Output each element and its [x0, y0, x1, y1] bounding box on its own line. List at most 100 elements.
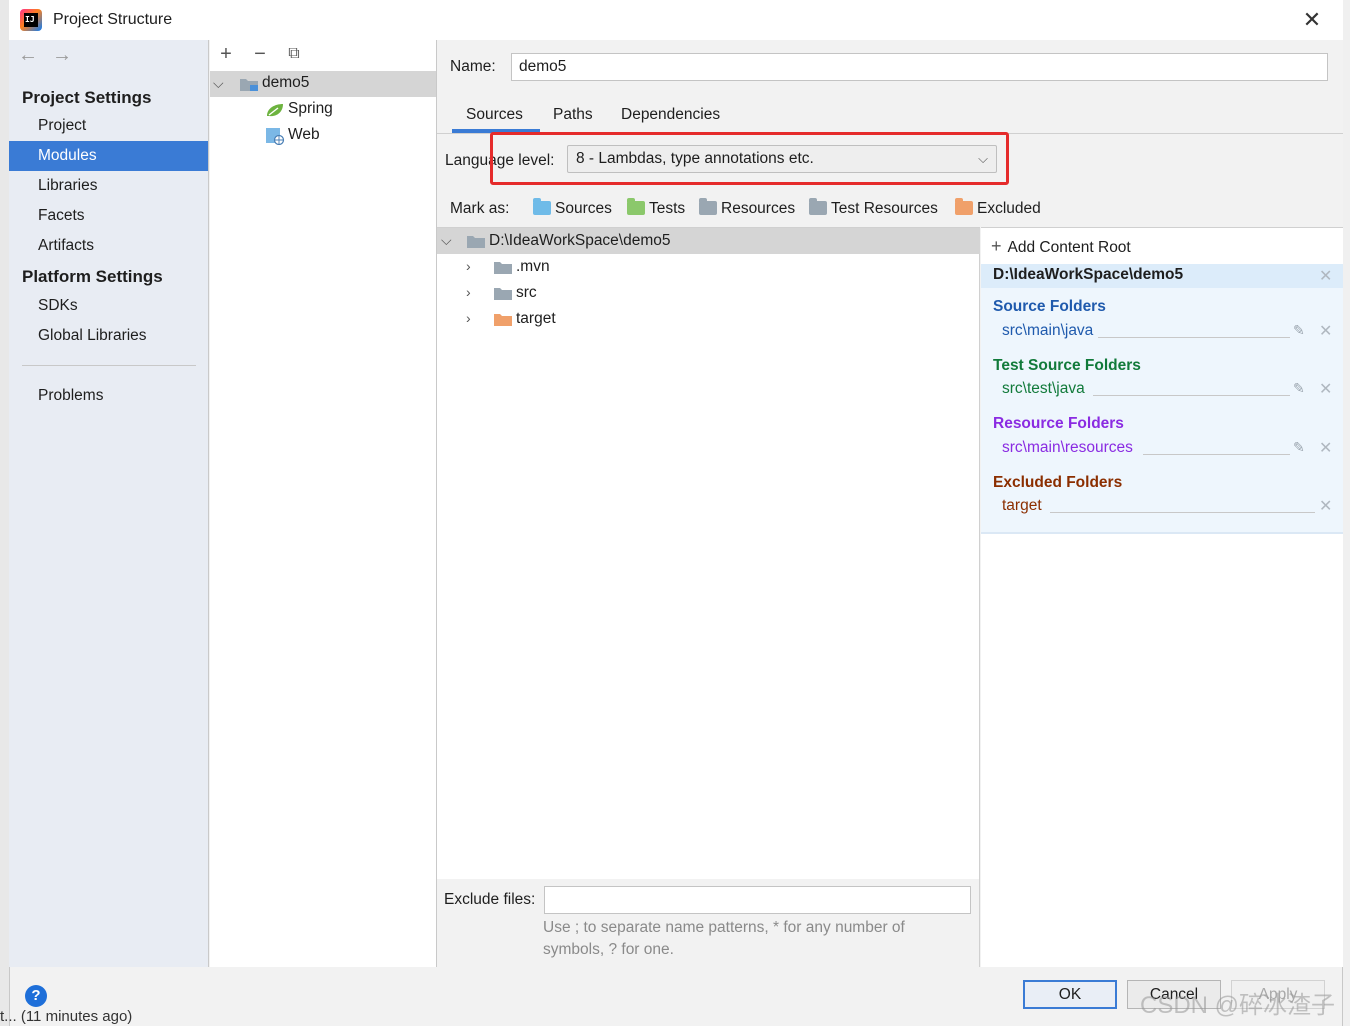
pencil-icon[interactable]: ✎: [1293, 322, 1305, 339]
sidebar-item-label: Problems: [38, 387, 104, 404]
test-folder-path[interactable]: src\test\java: [1002, 380, 1085, 398]
tab-dependencies[interactable]: Dependencies: [621, 106, 720, 134]
chevron-right-icon[interactable]: ›: [466, 310, 471, 326]
watermark: CSDN @碎冰渣子: [1140, 992, 1336, 1019]
tree-item-root[interactable]: D:\IdeaWorkSpace\demo5: [489, 232, 671, 250]
sidebar-item-label: Global Libraries: [38, 327, 147, 344]
source-folder-icon: [533, 198, 551, 215]
platform-settings-header: Platform Settings: [22, 267, 163, 286]
name-label: Name:: [450, 58, 496, 75]
tree-item-spring[interactable]: Spring: [288, 100, 333, 118]
intellij-app-icon: IJ: [20, 9, 42, 31]
mark-excluded-button[interactable]: Excluded: [955, 198, 1041, 220]
mark-label: Sources: [555, 200, 612, 217]
chevron-down-icon[interactable]: ⌵: [213, 75, 224, 92]
sidebar-item-label: Project: [38, 117, 87, 134]
pencil-icon[interactable]: ✎: [1293, 439, 1305, 456]
divider: [1093, 395, 1290, 396]
tree-item-src[interactable]: src: [516, 284, 537, 302]
remove-icon[interactable]: −: [250, 44, 270, 64]
excluded-folder-icon: [493, 311, 513, 331]
tab-paths[interactable]: Paths: [553, 106, 593, 134]
mark-label: Test Resources: [831, 200, 938, 217]
highlight-annotation-box: [490, 132, 1009, 185]
sidebar-item-facets[interactable]: Facets: [9, 201, 208, 231]
source-folder-path[interactable]: src\main\java: [1002, 322, 1093, 340]
sidebar-item-problems[interactable]: Problems: [9, 381, 208, 411]
copy-icon[interactable]: ⧉: [284, 44, 304, 64]
mark-as-label: Mark as:: [450, 200, 510, 217]
sidebar-item-sdks[interactable]: SDKs: [9, 291, 208, 321]
add-content-root-button[interactable]: + Add Content Root: [991, 236, 1131, 257]
close-icon[interactable]: ✕: [1319, 321, 1332, 341]
sidebar-item-artifacts[interactable]: Artifacts: [9, 231, 208, 261]
pencil-icon[interactable]: ✎: [1293, 380, 1305, 397]
divider: [1098, 337, 1290, 338]
mark-sources-button[interactable]: Sources: [533, 198, 612, 220]
mark-label: Excluded: [977, 200, 1041, 217]
help-icon[interactable]: ?: [25, 985, 47, 1007]
tree-item-web[interactable]: Web: [288, 126, 320, 144]
excluded-folder-icon: [955, 198, 973, 215]
mark-resources-button[interactable]: Resources: [699, 198, 795, 220]
close-icon[interactable]: ✕: [1319, 496, 1332, 516]
resource-folder-icon: [699, 198, 717, 215]
test-folders-title: Test Source Folders: [993, 357, 1141, 374]
divider: [1143, 454, 1290, 455]
resource-folder-path[interactable]: src\main\resources: [1002, 439, 1133, 457]
sidebar-item-label: Modules: [38, 147, 97, 164]
sidebar-item-global-libraries[interactable]: Global Libraries: [9, 321, 208, 351]
mark-tests-button[interactable]: Tests: [627, 198, 685, 220]
exclude-hint-line2: symbols, ? for one.: [543, 941, 674, 958]
sidebar-item-label: SDKs: [38, 297, 78, 314]
module-folder-icon: [239, 76, 259, 92]
background-window-edge: [0, 0, 9, 1026]
folder-icon: [466, 233, 486, 253]
forward-arrow-icon[interactable]: →: [52, 44, 72, 67]
close-icon[interactable]: ✕: [1319, 379, 1332, 399]
mark-test-resources-button[interactable]: Test Resources: [809, 198, 938, 220]
sidebar-item-label: Facets: [38, 207, 85, 224]
mark-label: Resources: [721, 200, 796, 217]
test-folder-icon: [627, 198, 645, 215]
resource-folders-title: Resource Folders: [993, 415, 1124, 432]
exclude-files-input[interactable]: [544, 886, 971, 914]
sidebar-item-modules[interactable]: Modules: [9, 141, 208, 171]
add-icon: +: [991, 236, 1002, 256]
test-resource-folder-icon: [809, 198, 827, 215]
exclude-hint-line1: Use ; to separate name patterns, * for a…: [543, 919, 905, 936]
module-tree-pane: [210, 40, 437, 967]
chevron-down-icon[interactable]: ⌵: [441, 232, 452, 249]
sidebar-item-libraries[interactable]: Libraries: [9, 171, 208, 201]
tree-item-module[interactable]: demo5: [262, 74, 309, 92]
title-bar: [9, 0, 1343, 40]
module-name-field[interactable]: demo5: [511, 53, 1328, 81]
chevron-right-icon[interactable]: ›: [466, 258, 471, 274]
divider: [1050, 512, 1315, 513]
tree-item-target[interactable]: target: [516, 310, 556, 328]
close-icon[interactable]: ✕: [1319, 438, 1332, 458]
add-icon[interactable]: +: [216, 44, 236, 64]
mark-label: Tests: [649, 200, 686, 217]
window-title: Project Structure: [53, 11, 173, 28]
content-root-path: D:\IdeaWorkSpace\demo5: [993, 266, 1184, 283]
remove-root-icon[interactable]: ✕: [1319, 266, 1332, 286]
back-arrow-icon[interactable]: ←: [18, 44, 38, 67]
folder-icon: [493, 285, 513, 305]
ok-button[interactable]: OK: [1023, 980, 1117, 1009]
close-icon[interactable]: ✕: [1298, 6, 1326, 34]
sidebar-item-label: Libraries: [38, 177, 98, 194]
source-folders-title: Source Folders: [993, 298, 1106, 315]
chevron-right-icon[interactable]: ›: [466, 284, 471, 300]
sidebar-item-label: Artifacts: [38, 237, 94, 254]
add-content-root-label: Add Content Root: [1007, 239, 1131, 256]
background-status-text: t... (11 minutes ago): [0, 1008, 133, 1025]
spring-icon: [265, 102, 285, 118]
exclude-files-label: Exclude files:: [444, 891, 536, 908]
project-settings-header: Project Settings: [22, 88, 152, 107]
sidebar-divider: [22, 365, 196, 366]
excluded-folder-path[interactable]: target: [1002, 497, 1042, 515]
web-icon: [265, 127, 285, 146]
sidebar-item-project[interactable]: Project: [9, 111, 208, 141]
tree-item-mvn[interactable]: .mvn: [516, 258, 550, 276]
